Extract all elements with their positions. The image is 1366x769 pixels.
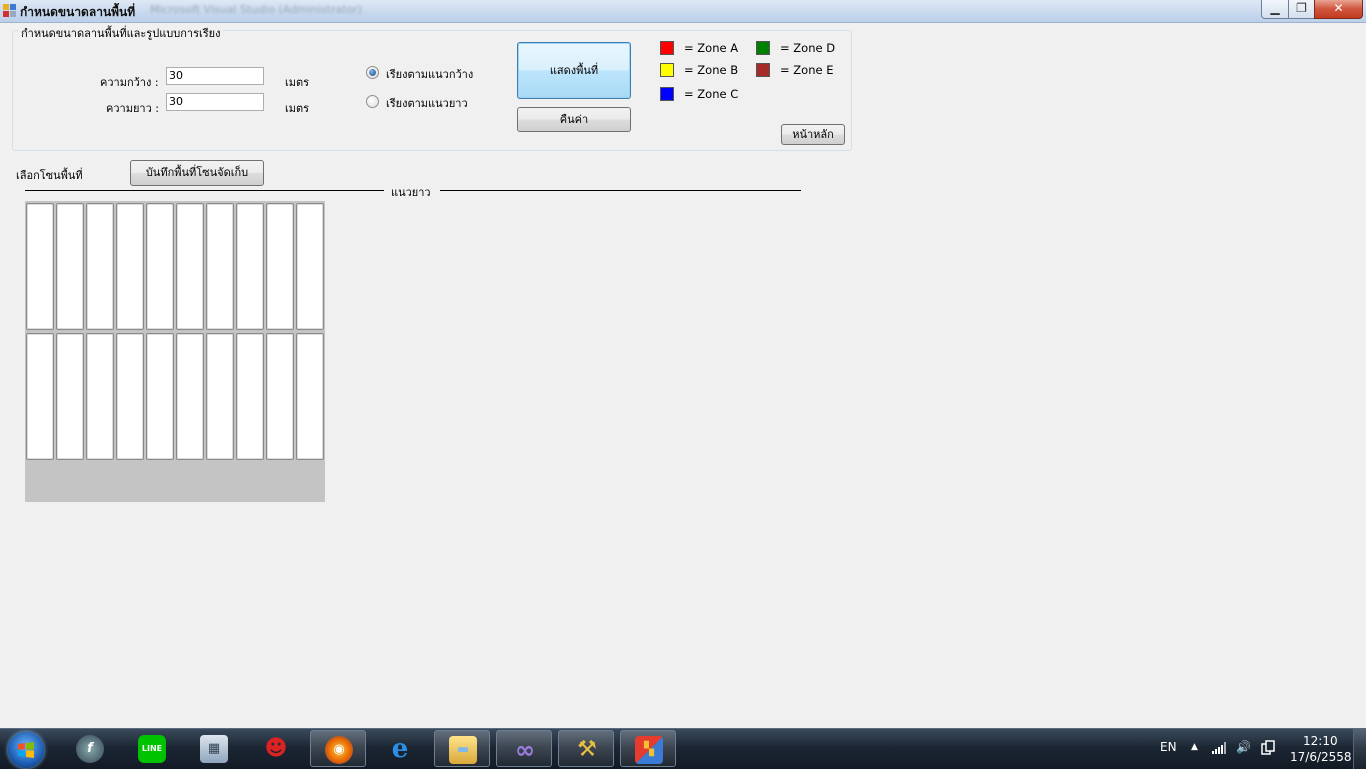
- zone-cell[interactable]: [26, 333, 54, 460]
- zone-cell[interactable]: [56, 203, 84, 330]
- taskbar-button[interactable]: ◉: [310, 730, 366, 767]
- save-zone-button[interactable]: บันทึกพื้นที่โซนจัดเก็บ: [130, 160, 264, 186]
- zone-cell[interactable]: [116, 203, 144, 330]
- flash-icon: f: [76, 735, 104, 763]
- zone-a-swatch: [660, 41, 674, 55]
- zone-c-label: = Zone C: [684, 87, 739, 101]
- signal-icon[interactable]: [1212, 742, 1226, 757]
- zone-b-swatch: [660, 63, 674, 77]
- zone-cell[interactable]: [146, 203, 174, 330]
- file-explorer-icon: ▬: [449, 736, 477, 764]
- radio-sort-by-length-label[interactable]: เรียงตามแนวยาว: [386, 94, 468, 112]
- radio-sort-by-length[interactable]: [366, 95, 379, 108]
- zone-cell[interactable]: [146, 333, 174, 460]
- length-input[interactable]: 30: [166, 93, 264, 111]
- tools-icon: ⚒: [577, 737, 597, 762]
- zone-b-label: = Zone B: [684, 63, 739, 77]
- zone-cell[interactable]: [266, 333, 294, 460]
- app-icon: [3, 4, 16, 17]
- zone-cell[interactable]: [206, 203, 234, 330]
- axis-divider-left: [25, 190, 384, 191]
- zone-cell[interactable]: [176, 203, 204, 330]
- hacker-icon: ☻: [264, 736, 288, 761]
- taskbar-button[interactable]: ∞: [496, 730, 552, 767]
- zone-e-swatch: [756, 63, 770, 77]
- group-title: กำหนดขนาดลานพื้นที่และรูปแบบการเรียง: [18, 24, 224, 42]
- home-button[interactable]: หน้าหลัก: [781, 124, 845, 145]
- radio-sort-by-width[interactable]: [366, 66, 379, 79]
- window-title: กำหนดขนาดลานพื้นที่: [20, 5, 136, 19]
- zone-d-label: = Zone D: [780, 41, 836, 55]
- zone-cell[interactable]: [236, 333, 264, 460]
- app-form-icon: ▚: [635, 736, 663, 764]
- taskbar: f LINE ▦ ☻ ◉ e ▬ ∞ ⚒ ▚ EN ▲ 🔊 12:10 17/6/2558: [0, 728, 1366, 769]
- taskbar-button[interactable]: ▦: [186, 730, 242, 767]
- visual-studio-icon: ∞: [515, 736, 535, 764]
- taskbar-button[interactable]: ☻: [248, 730, 304, 767]
- zone-cell[interactable]: [116, 333, 144, 460]
- clock-date[interactable]: 17/6/2558: [1290, 750, 1352, 764]
- taskbar-button[interactable]: f: [62, 730, 118, 767]
- zone-e-label: = Zone E: [780, 63, 834, 77]
- zone-grid: [25, 201, 325, 502]
- zone-cell[interactable]: [86, 203, 114, 330]
- show-area-button[interactable]: แสดงพื้นที่: [517, 42, 631, 99]
- zone-c-swatch: [660, 87, 674, 101]
- taskbar-button[interactable]: ▬: [434, 730, 490, 767]
- taskbar-button[interactable]: LINE: [124, 730, 180, 767]
- zone-cell[interactable]: [56, 333, 84, 460]
- zone-d-swatch: [756, 41, 770, 55]
- zone-cell[interactable]: [236, 203, 264, 330]
- windows-logo-icon: [17, 741, 35, 759]
- zone-cell[interactable]: [296, 203, 324, 330]
- length-unit: เมตร: [285, 102, 310, 115]
- zone-cell[interactable]: [86, 333, 114, 460]
- select-zone-label: เลือกโซนพื้นที่: [16, 169, 83, 182]
- width-input[interactable]: 30: [166, 67, 264, 85]
- volume-icon[interactable]: 🔊: [1236, 740, 1251, 754]
- width-label: ความกว้าง :: [100, 76, 159, 89]
- firefox-icon: ◉: [325, 736, 353, 764]
- taskbar-button[interactable]: e: [372, 730, 428, 767]
- minimize-button[interactable]: ▁: [1261, 0, 1289, 19]
- background-window-title: Microsoft Visual Studio (Administrator): [150, 3, 362, 16]
- zone-a-label: = Zone A: [684, 41, 739, 55]
- calculator-icon: ▦: [200, 735, 228, 763]
- start-button[interactable]: [8, 732, 44, 768]
- zone-cell[interactable]: [26, 203, 54, 330]
- language-indicator[interactable]: EN: [1160, 740, 1177, 754]
- zone-cell[interactable]: [206, 333, 234, 460]
- zone-cell[interactable]: [176, 333, 204, 460]
- axis-label: แนวยาว: [391, 186, 431, 199]
- axis-divider-right: [440, 190, 801, 191]
- network-icon[interactable]: [1261, 740, 1275, 759]
- close-button[interactable]: ✕: [1314, 0, 1363, 19]
- internet-explorer-icon: e: [391, 734, 409, 764]
- tray-expand-icon[interactable]: ▲: [1191, 742, 1198, 752]
- width-unit: เมตร: [285, 76, 310, 89]
- taskbar-button[interactable]: ⚒: [558, 730, 614, 767]
- title-bar[interactable]: กำหนดขนาดลานพื้นที่ Microsoft Visual Stu…: [0, 0, 1366, 23]
- clock-time[interactable]: 12:10: [1303, 734, 1338, 748]
- zone-cell[interactable]: [266, 203, 294, 330]
- reset-button[interactable]: คืนค่า: [517, 107, 631, 132]
- show-desktop-button[interactable]: [1353, 729, 1366, 769]
- maximize-button[interactable]: ❐: [1288, 0, 1315, 19]
- zone-cell[interactable]: [296, 333, 324, 460]
- radio-sort-by-width-label[interactable]: เรียงตามแนวกว้าง: [386, 65, 473, 83]
- length-label: ความยาว :: [106, 102, 159, 115]
- taskbar-button[interactable]: ▚: [620, 730, 676, 767]
- line-icon: LINE: [138, 735, 166, 763]
